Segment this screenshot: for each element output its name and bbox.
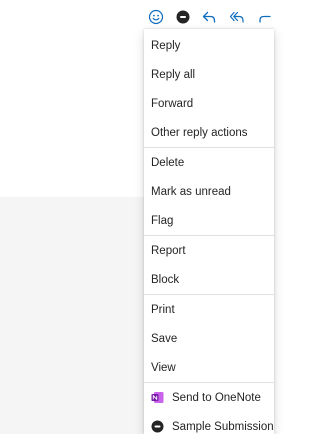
menu-item-label: Reply	[151, 39, 181, 52]
menu-item-label: Send to OneNote	[172, 391, 261, 404]
menu-item-label: Save	[151, 332, 178, 345]
menu-item-label: Flag	[151, 214, 174, 227]
teams-icon[interactable]	[174, 8, 192, 26]
menu-item-label: Block	[151, 273, 180, 286]
menu-item-label: Report	[151, 244, 186, 257]
menu-item-reply[interactable]: Reply	[144, 31, 274, 60]
menu-item-mark-as-unread[interactable]: Mark as unread	[144, 177, 274, 206]
menu-item-send-to-onenote[interactable]: Send to OneNote	[144, 383, 274, 412]
menu-item-print[interactable]: Print	[144, 295, 274, 324]
menu-item-label: Reply all	[151, 68, 196, 81]
reply-all-icon[interactable]	[228, 8, 246, 26]
menu-item-label: Mark as unread	[151, 185, 231, 198]
menu-item-label: Delete	[151, 156, 185, 169]
menu-item-label: Sample Submission	[172, 420, 274, 433]
menu-item-sample-submission[interactable]: Sample Submission	[144, 412, 274, 434]
menu-item-label: Print	[151, 303, 175, 316]
menu-item-report[interactable]: Report	[144, 236, 274, 265]
menu-item-reply-all[interactable]: Reply all	[144, 60, 274, 89]
menu-item-other-reply-actions[interactable]: Other reply actions	[144, 118, 274, 147]
message-toolbar	[144, 8, 271, 28]
more-actions-menu: Reply Reply all Forward Other reply acti…	[144, 29, 274, 434]
onenote-icon	[151, 391, 164, 404]
forward-icon[interactable]	[256, 8, 274, 26]
reading-pane-background	[0, 197, 144, 434]
reply-icon[interactable]	[200, 8, 218, 26]
menu-item-flag[interactable]: Flag	[144, 206, 274, 235]
menu-item-block[interactable]: Block	[144, 265, 274, 294]
menu-item-delete[interactable]: Delete	[144, 148, 274, 177]
menu-item-label: View	[151, 361, 176, 374]
addin-icon	[151, 420, 164, 433]
menu-item-forward[interactable]: Forward	[144, 89, 274, 118]
menu-item-label: Other reply actions	[151, 126, 248, 139]
menu-item-view[interactable]: View	[144, 353, 274, 382]
menu-item-label: Forward	[151, 97, 194, 110]
menu-item-save[interactable]: Save	[144, 324, 274, 353]
emoji-icon[interactable]	[147, 8, 165, 26]
